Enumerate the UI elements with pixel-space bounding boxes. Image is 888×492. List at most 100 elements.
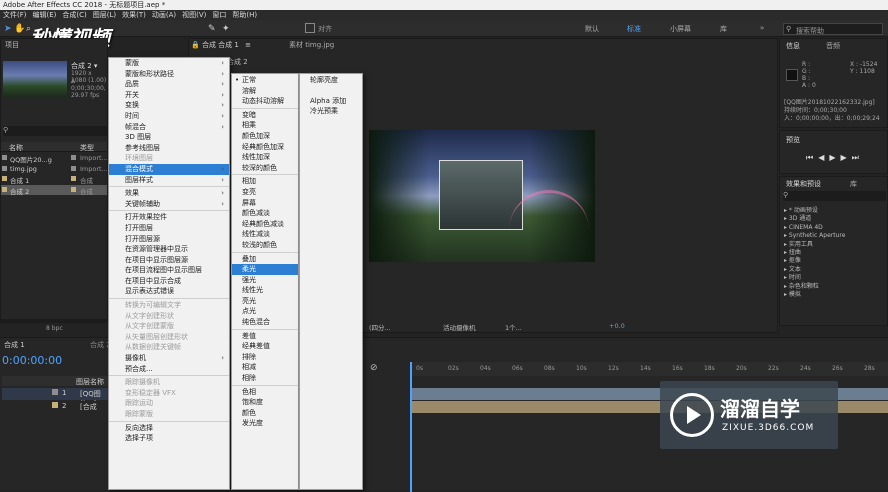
menu-item[interactable]: Alpha 添加 [300,96,362,107]
workspace-default[interactable]: 默认 [585,24,599,34]
menu-item[interactable]: 颜色 [232,408,298,419]
menu-item[interactable]: 混合模式 › [109,163,229,175]
menu-item[interactable]: 变换 › [109,100,229,111]
views-select[interactable]: 1个... [505,322,522,332]
library-tab[interactable]: 库 [850,179,857,189]
menu-item[interactable]: 蒙版 › [109,58,229,69]
motion-blur-icon[interactable]: ⊘ [370,363,378,373]
effects-tab[interactable]: 效果和预设 [786,179,821,189]
menu-item[interactable]: 叠加 [232,254,298,265]
menu-item[interactable]: 关键帧辅助 › [109,199,229,210]
menu-2[interactable]: 合成(C) [59,10,89,21]
menu-item[interactable]: 开关 › [109,90,229,101]
menu-item[interactable]: 较深的颜色 [232,163,298,174]
info-tab[interactable]: 信息 [786,41,800,51]
menu-icon[interactable]: ≡ [245,41,251,49]
menu-item[interactable]: 线性光 [232,285,298,296]
effects-category[interactable]: ▸ 抠像 [784,257,845,265]
comp-tab[interactable]: 🔒 合成 合成 1 ≡ [191,39,251,51]
menu-5[interactable]: 动画(A) [149,10,179,21]
preview-tab[interactable]: 预览 [786,135,800,145]
first-frame-icon[interactable]: ⏮ [806,153,818,162]
menu-item[interactable]: 动态抖动溶解 [232,96,298,107]
menu-item[interactable]: 排除 [232,352,298,363]
workspace-library[interactable]: 库 [720,24,727,34]
project-item[interactable]: 合成 2 合成 [1,184,107,196]
menu-8[interactable]: 帮助(H) [229,10,260,21]
menu-item[interactable]: 图层样式 › [109,175,229,186]
layer-name-header[interactable]: 图层名称 [76,377,104,387]
last-frame-icon[interactable]: ⏭ [852,153,864,162]
menu-item[interactable]: 在项目中显示合成 [109,276,229,287]
project-tab[interactable]: 项目 [1,39,107,51]
menu-item[interactable]: 线性减淡 [232,229,298,240]
layer-row[interactable]: 2 [合成 [2,401,108,413]
menu-item[interactable]: 经典颜色减淡 [232,219,298,230]
effects-category[interactable]: ▸ 模拟 [784,291,845,299]
effects-category[interactable]: ▸ 杂色和颗粒 [784,283,845,291]
menu-item[interactable]: 时间 › [109,111,229,122]
menu-item[interactable]: 品质 › [109,79,229,90]
comp-viewer-image[interactable] [369,130,595,262]
workspace-menu-icon[interactable]: » [760,24,764,32]
play-icon[interactable]: ▶ [829,153,840,162]
puppet-tool-icon[interactable]: ✦ [222,24,230,34]
menu-item[interactable]: 相减 [232,362,298,373]
menu-item[interactable]: 经典颜色加深 [232,142,298,153]
menu-item[interactable]: 选择子项 [109,433,229,444]
menu-item[interactable]: 在项目中显示图层源 [109,255,229,266]
menu-item[interactable]: 反向选择 [109,423,229,434]
menu-item[interactable]: 变亮 [232,187,298,198]
timeline-tab-1[interactable]: 合成 1 [4,340,25,350]
menu-3[interactable]: 图层(L) [90,10,119,21]
effects-search-field[interactable]: ⚲ [783,191,886,201]
workspace-standard[interactable]: 标准 [627,24,641,34]
footage-tab[interactable]: 素材 timg.jpg [289,39,334,51]
menu-item[interactable]: 在项目流程图中显示图层 [109,265,229,276]
workspace-small-screen[interactable]: 小屏幕 [670,24,691,34]
type-column-header[interactable]: 类型 [80,143,94,153]
menu-0[interactable]: 文件(F) [0,10,30,21]
menu-item[interactable]: 线性加深 [232,152,298,163]
project-item[interactable]: 合成 1 合成 [1,174,107,185]
resolution-select[interactable]: (四分... [369,322,391,332]
menu-item[interactable]: 发光度 [232,418,298,429]
menu-item[interactable]: 参考线图层 [109,143,229,154]
menu-item[interactable]: 颜色减淡 [232,208,298,219]
menu-item[interactable]: 变暗 [232,110,298,121]
audio-tab[interactable]: 音频 [826,41,840,51]
menu-item[interactable]: 轮廓亮度 [300,75,362,86]
menu-item[interactable]: 柔光 [232,264,298,275]
next-frame-icon[interactable]: ▶ [841,153,852,162]
time-ruler[interactable]: 0s 02s 04s 06s 08s 10s 12s 14s 16s 18s 20s 22s 24s 26… [410,362,888,376]
menu-item[interactable]: 纯色混合 [232,317,298,328]
effects-category[interactable]: ▸ 时间 [784,274,845,282]
effects-category[interactable]: ▸ 实用工具 [784,241,845,249]
menu-item[interactable]: 打开图层源 [109,234,229,245]
menu-item[interactable]: 相加 [232,176,298,187]
effects-category[interactable]: ▸ 3D 通道 [784,215,845,223]
menu-item[interactable]: 强光 [232,275,298,286]
selection-tool-icon[interactable]: ➤ [4,24,12,34]
layer-row[interactable]: 1 [QQ图片...] [2,388,108,408]
project-item[interactable]: QQ图片20...g Import... [1,153,108,164]
camera-select[interactable]: 活动摄像机 [443,322,476,332]
menu-1[interactable]: 编辑(E) [30,10,60,21]
search-help-field[interactable]: ⚲ 搜索帮助 [783,23,883,35]
menu-item[interactable]: 屏幕 [232,198,298,209]
menu-7[interactable]: 窗口 [209,10,229,21]
menu-item[interactable]: 颜色加深 [232,131,298,142]
menu-item[interactable]: 冷光预乘 [300,106,362,117]
playhead[interactable] [410,362,412,492]
pin-tool-icon[interactable]: ✎ [208,24,216,34]
comp-subtab[interactable]: 合成 2 [227,57,248,67]
menu-item[interactable]: 较浅的颜色 [232,240,298,251]
menu-item[interactable]: • 正常 [232,75,298,86]
menu-item[interactable]: 饱和度 [232,397,298,408]
effects-category[interactable]: ▸ 文本 [784,266,845,274]
menu-item[interactable]: 经典差值 [232,341,298,352]
menu-item[interactable]: 摄像机 › [109,353,229,364]
project-item[interactable]: timg.jpg Import... [1,164,108,174]
menu-item[interactable]: 帧混合 › [109,122,229,133]
menu-6[interactable]: 视图(V) [179,10,209,21]
